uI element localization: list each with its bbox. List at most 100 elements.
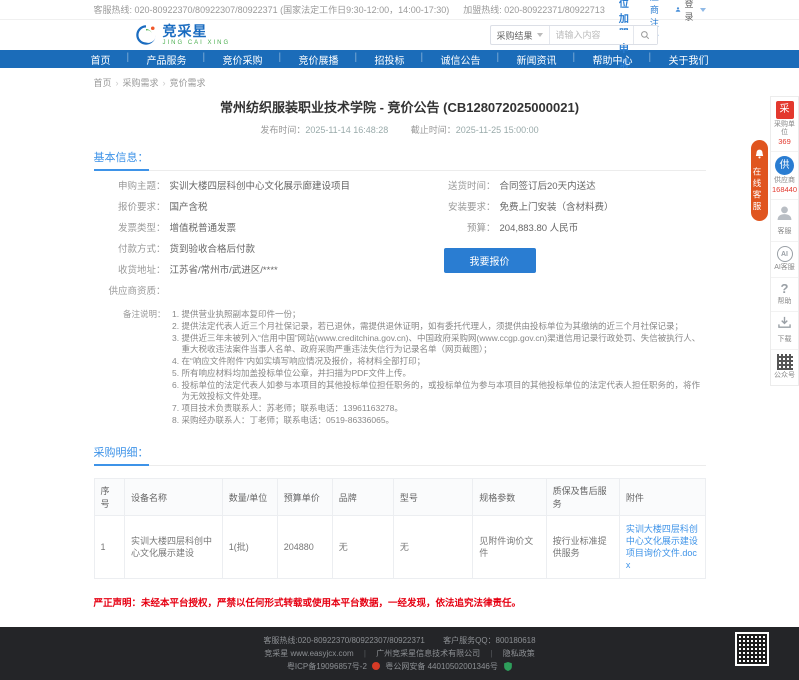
detail-title: 采购明细： [94, 444, 149, 466]
breadcrumb: 首页 采购需求 竞价需求 [94, 68, 706, 93]
shield-icon [504, 662, 512, 674]
footer-qq: 客户服务QQ：800180618 [443, 636, 536, 645]
basic-info-section-header: 基本信息： [94, 148, 706, 171]
footer-icp-link[interactable]: 粤ICP备19096857号-2 [287, 662, 367, 671]
cell-budget-unit-price: 204880 [277, 516, 332, 579]
remarks-list: 提供营业执照副本复印件一份； 提供法定代表人近三个月社保记录，若已退休，需提供退… [182, 309, 706, 427]
customer-service-avatar-icon [776, 204, 793, 221]
cell-brand: 无 [332, 516, 393, 579]
remarks-section: 备注说明： 提供营业执照副本复印件一份； 提供法定代表人近三个月社保记录，若已退… [94, 309, 706, 427]
remarks-label: 备注说明： [94, 309, 166, 427]
search-button[interactable] [633, 26, 657, 44]
cell-no: 1 [94, 516, 125, 579]
search-category-value: 采购结果 [497, 29, 533, 42]
col-model: 型号 [393, 479, 472, 516]
col-attachment: 附件 [619, 479, 705, 516]
nav-item-bidding-showcase[interactable]: 竞价展播 [281, 52, 357, 67]
remark-item: 提供营业执照副本复印件一份； [182, 309, 706, 320]
search-category-select[interactable]: 采购结果 [491, 26, 550, 44]
publish-time-label: 发布时间： [260, 125, 305, 135]
breadcrumb-home[interactable]: 首页 [94, 76, 112, 89]
info-row-quote-requirement: 报价要求： 国产含税 [94, 202, 424, 214]
search-bar: 采购结果 [490, 25, 658, 45]
main-content: 首页 采购需求 竞价需求 常州纺织服装职业技术学院 - 竞价公告 (CB1280… [94, 68, 706, 609]
chevron-down-icon [537, 33, 543, 37]
info-row-payment: 付款方式： 货到验收合格后付款 [94, 244, 424, 256]
col-no: 序号 [94, 479, 125, 516]
download-icon [777, 316, 792, 329]
cell-equipment-name: 实训大楼四层科创中心文化展示建设 [125, 516, 223, 579]
attachment-link[interactable]: 实训大楼四层科创中心文化展示建设项目询价文件.docx [626, 524, 698, 570]
user-icon [675, 5, 681, 14]
table-header-row: 序号 设备名称 数量/单位 预算单价 品牌 型号 规格参数 质保及售后服务 附件 [94, 479, 705, 516]
main-nav: 首页 产品服务 竞价采购 竞价展播 招投标 诚信公告 新闻资讯 帮助中心 关于我… [0, 50, 799, 68]
notice-dates: 发布时间：2025-11-14 16:48:28 截止时间：2025-11-25… [94, 123, 706, 136]
sidebar-item-download[interactable]: 下载 [771, 312, 798, 350]
deadline-value: 2025-11-25 15:00:00 [456, 125, 539, 135]
nav-item-news[interactable]: 新闻资讯 [499, 52, 575, 67]
sidebar-item-customer-service[interactable]: 客服 [771, 200, 798, 242]
online-service-label: 在线客服 [751, 167, 763, 213]
police-badge-icon [372, 662, 380, 670]
search-input[interactable] [550, 30, 633, 40]
nav-item-home[interactable]: 首页 [73, 52, 129, 67]
deadline-label: 截止时间： [411, 125, 456, 135]
nav-item-help-center[interactable]: 帮助中心 [575, 52, 651, 67]
footer-company: 广州竞采星信息技术有限公司 [376, 649, 480, 658]
remark-item: 项目技术负责联系人：苏老师；联系电话：13961163278。 [182, 403, 706, 414]
sidebar-item-suppliers[interactable]: 供 供应商 168440 [771, 152, 798, 200]
col-budget-unit-price: 预算单价 [277, 479, 332, 516]
nav-item-about[interactable]: 关于我们 [651, 52, 727, 67]
footer: 客服热线:020-80922370/80922307/80922371 客户服务… [0, 627, 799, 680]
info-row-invoice-type: 发票类型： 增值税普通发票 [94, 223, 424, 235]
cell-warranty: 按行业标准提供服务 [546, 516, 619, 579]
col-equipment-name: 设备名称 [125, 479, 223, 516]
info-row-budget: 预算： 204,883.80 人民币 [424, 223, 706, 235]
breadcrumb-purchase-demand[interactable]: 采购需求 [123, 76, 159, 89]
purchaser-icon: 采 [776, 101, 794, 119]
quote-button[interactable]: 我要报价 [444, 248, 536, 273]
legal-statement: 严正声明：未经本平台授权，严禁以任何形式转载或使用本平台数据，一经发现，依法追究… [94, 595, 706, 609]
logo-swirl-icon [134, 23, 158, 47]
sidebar-item-wechat-qr[interactable]: 公众号 [771, 350, 798, 385]
nav-item-integrity-notice[interactable]: 诚信公告 [423, 52, 499, 67]
site-logo[interactable]: 竞采星 JING CAI XING [134, 23, 231, 47]
remark-item: 投标单位的法定代表人如参与本项目的其他投标单位担任职务的，或投标单位为参与本项目… [182, 380, 706, 402]
footer-privacy-link[interactable]: 隐私政策 [503, 649, 535, 658]
footer-site-link[interactable]: 竞采星 www.easyjcx.com [264, 649, 353, 658]
bell-icon [754, 149, 765, 159]
col-brand: 品牌 [332, 479, 393, 516]
supplier-icon: 供 [775, 156, 794, 175]
breadcrumb-bidding-demand: 竞价需求 [170, 76, 206, 89]
page-title: 常州纺织服装职业技术学院 - 竞价公告 (CB128072025000021) [94, 97, 706, 116]
ai-headset-icon: AI [777, 246, 793, 262]
table-row: 1 实训大楼四层科创中心文化展示建设 1(批) 204880 无 无 见附件询价… [94, 516, 705, 579]
login-label: 登录 [684, 0, 696, 23]
cell-quantity-unit: 1(批) [222, 516, 277, 579]
cell-spec: 见附件询价文件 [473, 516, 546, 579]
site-header: 竞采星 JING CAI XING 采购结果 [0, 20, 799, 50]
logo-title: 竞采星 [163, 24, 231, 38]
cell-model: 无 [393, 516, 472, 579]
detail-section-header: 采购明细： [94, 443, 706, 466]
purchase-detail-table: 序号 设备名称 数量/单位 预算单价 品牌 型号 规格参数 质保及售后服务 附件… [94, 478, 706, 579]
online-service-ribbon[interactable]: 在线客服 [751, 140, 768, 221]
breadcrumb-separator [116, 78, 119, 88]
info-row-supplier-qualification: 供应商资质： [94, 286, 424, 298]
info-row-install-requirement: 安装要求： 免费上门安装（含材料费） [424, 202, 706, 214]
sidebar-item-purchasers[interactable]: 采 采购单位 369 [771, 97, 798, 152]
info-row-subject: 申购主题： 实训大楼四层科创中心文化展示廊建设项目 [94, 181, 424, 193]
search-icon [640, 30, 650, 40]
publish-time-value: 2025-11-14 16:48:28 [305, 125, 388, 135]
sidebar-item-help[interactable]: ? 帮助 [771, 278, 798, 312]
nav-item-products[interactable]: 产品服务 [129, 52, 205, 67]
remark-item: 提供近三年未被列入“信用中国”网站(www.creditchina.gov.cn… [182, 333, 706, 355]
basic-info-grid: 申购主题： 实训大楼四层科创中心文化展示廊建设项目 报价要求： 国产含税 发票类… [94, 181, 706, 307]
login-menu[interactable]: 登录 [675, 0, 705, 23]
footer-police-link[interactable]: 粤公网安备 44010502001346号 [385, 662, 498, 671]
nav-item-bidding-purchase[interactable]: 竞价采购 [205, 52, 281, 67]
sidebar-item-ai-service[interactable]: AI AI客服 [771, 242, 798, 278]
logo-subtitle: JING CAI XING [163, 40, 231, 46]
footer-hotline: 客服热线:020-80922370/80922307/80922371 [263, 636, 424, 645]
nav-item-tenders[interactable]: 招投标 [357, 52, 423, 67]
